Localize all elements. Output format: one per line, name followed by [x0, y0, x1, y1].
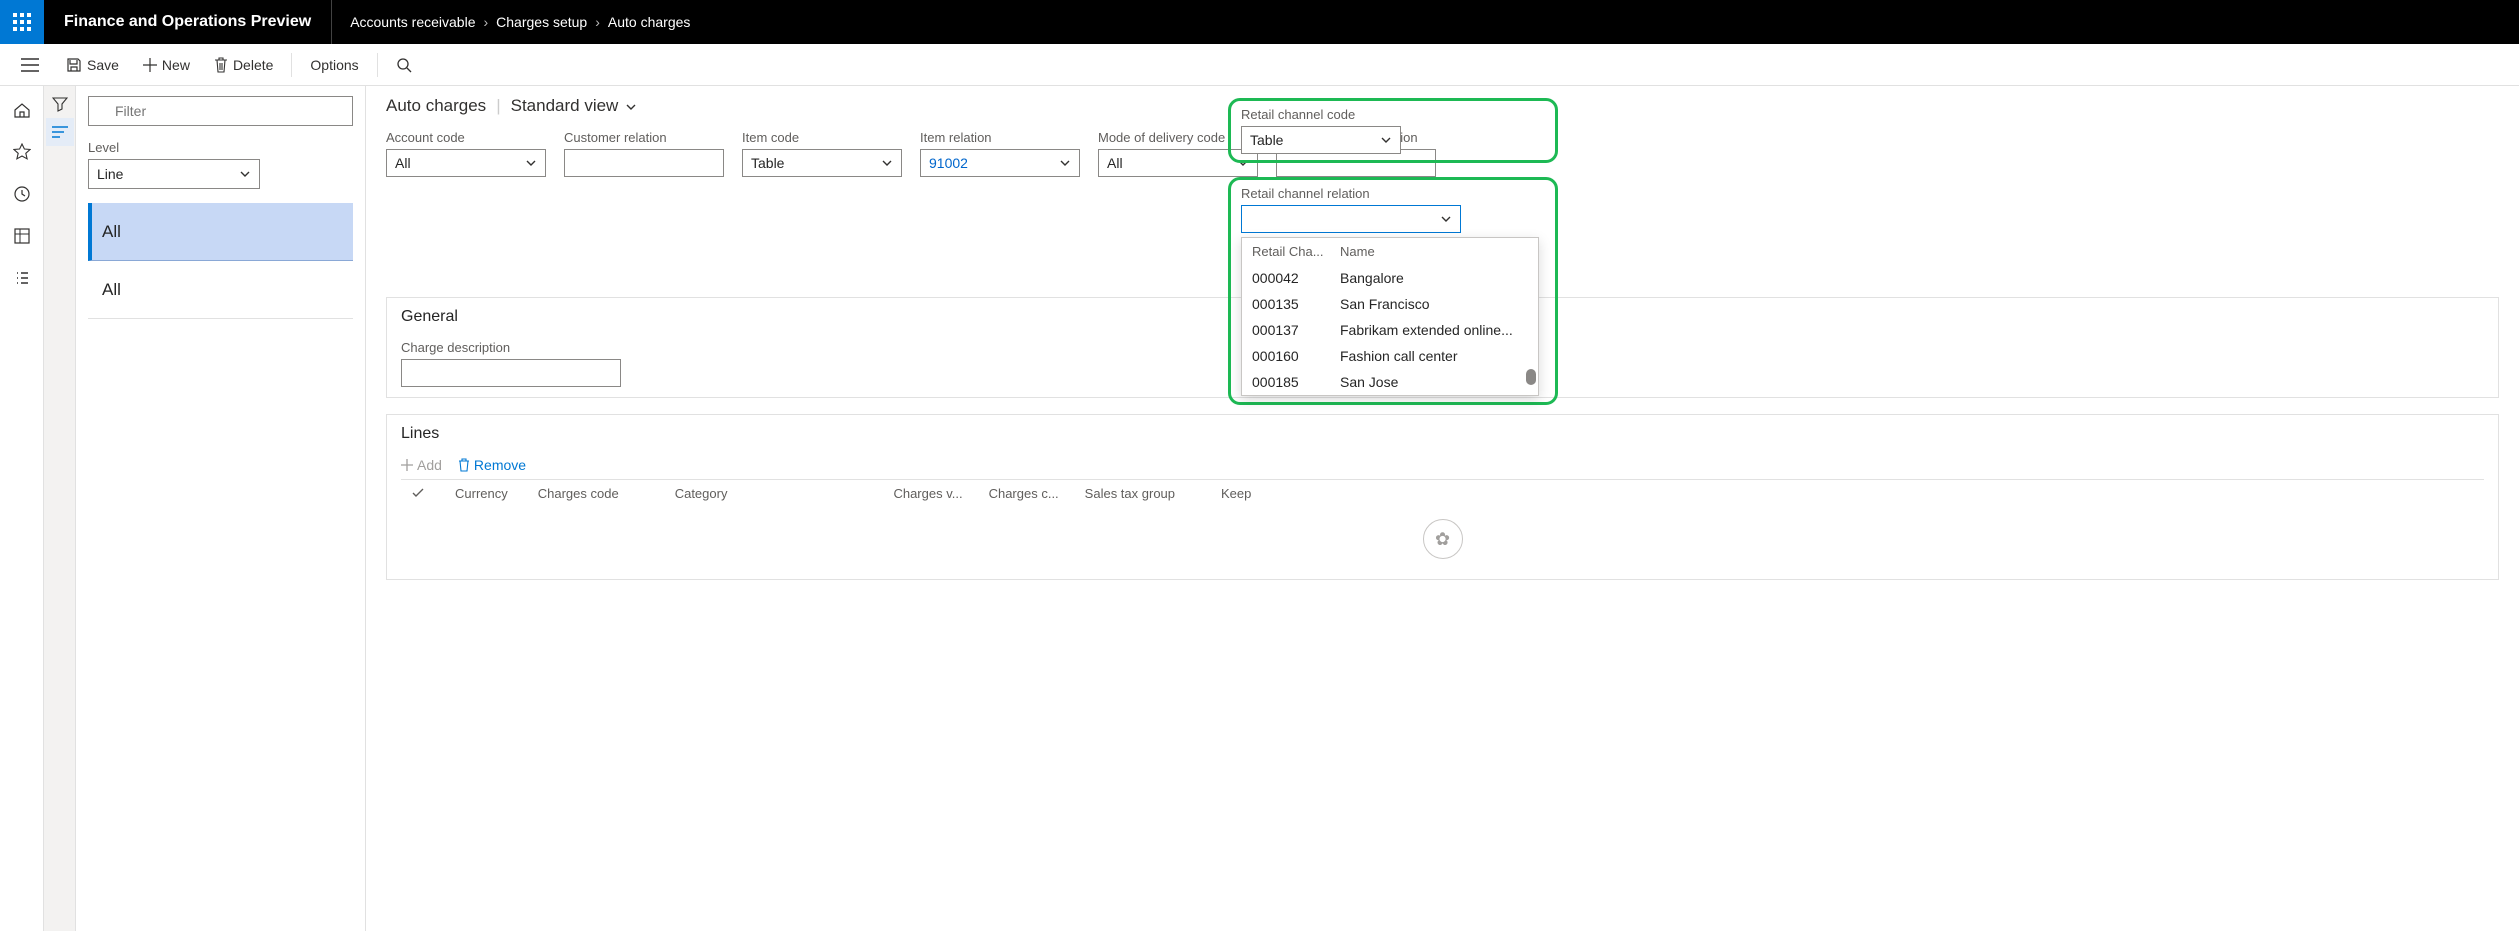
divider: [291, 53, 292, 77]
grid-icon: [13, 227, 31, 245]
favorites-button[interactable]: [2, 132, 42, 172]
plus-icon: [143, 58, 157, 72]
empty-state: ✿: [401, 509, 2484, 569]
trash-icon: [214, 57, 228, 73]
nav-rail: [0, 86, 44, 931]
hamburger-button[interactable]: [12, 47, 48, 83]
chevron-down-icon: [1059, 157, 1071, 169]
retail-relation-select[interactable]: [1241, 205, 1461, 233]
dropdown-header: Retail Cha... Name: [1242, 238, 1538, 265]
list-item[interactable]: All: [88, 261, 353, 319]
field-label: Retail channel code: [1241, 107, 1545, 122]
save-icon: [66, 57, 82, 73]
lines-header: Currency Charges code Category Charges v…: [401, 479, 2484, 509]
level-label: Level: [88, 140, 353, 155]
topbar: Finance and Operations Preview Accounts …: [0, 0, 2519, 44]
list-item[interactable]: All: [88, 203, 353, 261]
column-header[interactable]: Charges v...: [893, 486, 962, 503]
chevron-down-icon: [881, 157, 893, 169]
trash-icon: [458, 458, 470, 472]
funnel-icon: [52, 96, 68, 112]
field-label: Account code: [386, 130, 546, 145]
chevron-right-icon: ›: [595, 14, 600, 30]
field-label: Item relation: [920, 130, 1080, 145]
breadcrumb: Accounts receivable › Charges setup › Au…: [332, 14, 708, 30]
add-line-button[interactable]: Add: [401, 457, 442, 473]
lines-section: Lines Add Remove Currency Charges code C…: [386, 414, 2499, 580]
retail-relation-dropdown: Retail Cha... Name 000042Bangalore000135…: [1241, 237, 1539, 396]
action-bar: Save New Delete Options: [0, 44, 2519, 86]
view-mode[interactable]: Standard view: [511, 96, 637, 116]
recent-button[interactable]: [2, 174, 42, 214]
item-code-select[interactable]: Table: [742, 149, 902, 177]
divider: [377, 53, 378, 77]
item-relation-select[interactable]: 91002: [920, 149, 1080, 177]
filter-input[interactable]: [88, 96, 353, 126]
star-icon: [13, 143, 31, 161]
waffle-icon: [13, 13, 31, 31]
plus-icon: [401, 459, 413, 471]
dropdown-option[interactable]: 000185San Jose: [1242, 369, 1538, 395]
customer-relation-input[interactable]: [564, 149, 724, 177]
save-button[interactable]: Save: [56, 51, 129, 79]
dropdown-option[interactable]: 000137Fabrikam extended online...: [1242, 317, 1538, 343]
home-button[interactable]: [2, 90, 42, 130]
field-label: Item code: [742, 130, 902, 145]
column-header[interactable]: Sales tax group: [1085, 486, 1175, 503]
breadcrumb-item[interactable]: Accounts receivable: [350, 14, 475, 30]
column-header[interactable]: Charges code: [538, 486, 619, 503]
breadcrumb-item[interactable]: Auto charges: [608, 14, 691, 30]
account-code-select[interactable]: All: [386, 149, 546, 177]
column-header[interactable]: Category: [675, 486, 728, 503]
column-header[interactable]: Charges c...: [989, 486, 1059, 503]
workspaces-button[interactable]: [2, 216, 42, 256]
retail-code-select[interactable]: Table: [1241, 126, 1401, 154]
delete-button[interactable]: Delete: [204, 51, 283, 79]
chevron-down-icon: [239, 168, 251, 180]
field-label: Retail channel relation: [1241, 186, 1545, 201]
related-toggle[interactable]: [46, 118, 74, 146]
lines-icon: [52, 126, 68, 138]
scrollbar-thumb[interactable]: [1526, 369, 1536, 385]
highlight-retail-relation: Retail channel relation Retail Cha... Na…: [1228, 177, 1558, 405]
modules-button[interactable]: [2, 258, 42, 298]
waffle-button[interactable]: [0, 0, 44, 44]
page-title: Auto charges: [386, 96, 486, 116]
brand-title: Finance and Operations Preview: [44, 0, 332, 44]
level-list: All All: [88, 203, 353, 319]
search-button[interactable]: [386, 47, 422, 83]
highlight-retail-code: Retail channel code Table: [1228, 98, 1558, 163]
level-select[interactable]: Line: [88, 159, 260, 189]
section-title: Lines: [401, 425, 2484, 451]
field-label: Customer relation: [564, 130, 724, 145]
main: Level Line All All Auto charges | Standa…: [0, 86, 2519, 931]
search-icon: [396, 57, 412, 73]
chevron-down-icon: [625, 101, 637, 113]
breadcrumb-item[interactable]: Charges setup: [496, 14, 587, 30]
column-header[interactable]: Keep: [1221, 486, 1251, 503]
filter-panel: Level Line All All: [76, 86, 366, 931]
list-icon: [13, 269, 31, 287]
check-column: [411, 486, 429, 503]
charge-description-input[interactable]: [401, 359, 621, 387]
chevron-right-icon: ›: [483, 14, 488, 30]
dropdown-option[interactable]: 000042Bangalore: [1242, 265, 1538, 291]
side-column: [44, 86, 76, 931]
dropdown-option[interactable]: 000135San Francisco: [1242, 291, 1538, 317]
dropdown-option[interactable]: 000160Fashion call center: [1242, 343, 1538, 369]
chevron-down-icon: [1380, 134, 1392, 146]
remove-line-button[interactable]: Remove: [458, 457, 526, 473]
options-button[interactable]: Options: [300, 51, 368, 79]
check-icon: [411, 486, 425, 500]
chevron-down-icon: [1440, 213, 1452, 225]
home-icon: [13, 101, 31, 119]
chevron-down-icon: [525, 157, 537, 169]
clock-icon: [13, 185, 31, 203]
column-header[interactable]: Currency: [455, 486, 508, 503]
empty-icon: ✿: [1423, 519, 1463, 559]
filter-toggle[interactable]: [46, 90, 74, 118]
content: Auto charges | Standard view Account cod…: [366, 86, 2519, 931]
new-button[interactable]: New: [133, 51, 200, 79]
